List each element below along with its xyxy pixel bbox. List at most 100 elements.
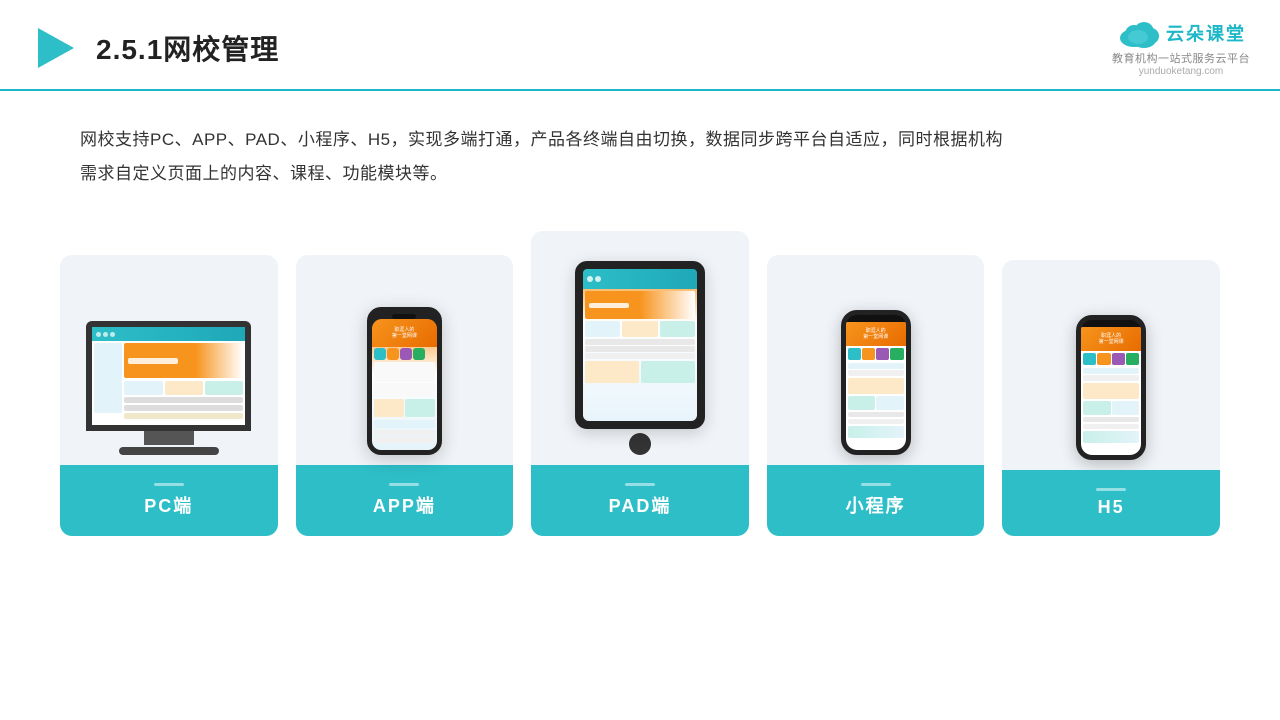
header-left: 2.5.1网校管理: [30, 24, 279, 72]
icon3: [400, 348, 412, 360]
row2: [124, 405, 243, 411]
mi4: [890, 348, 903, 360]
hr6: [1083, 431, 1139, 443]
h5-phone: 职涯人的第一堂网课: [1076, 315, 1146, 460]
logo-area: 云朵课堂 教育机构一站式服务云平台 yunduoketang.com: [1112, 18, 1250, 77]
prc2: [641, 361, 695, 383]
dot3: [110, 332, 115, 337]
hc2: [1112, 401, 1140, 415]
card-pc: PC端: [60, 255, 278, 536]
pc-banner: [124, 343, 243, 378]
h5-phone-body: 职涯人的第一堂网课: [1076, 315, 1146, 460]
pc-screen-header: [92, 327, 245, 341]
app-row: [372, 398, 437, 418]
hr5: [1083, 424, 1139, 429]
mc1: [848, 396, 876, 410]
card-pad: PAD端: [531, 231, 749, 536]
card-h5: 职涯人的第一堂网课: [1002, 260, 1220, 536]
pc-device: [86, 321, 251, 455]
h4: [1126, 353, 1139, 365]
pad-tablet: [575, 261, 705, 455]
p-dot1: [587, 276, 593, 282]
dot1: [96, 332, 101, 337]
pc-base: [119, 447, 219, 455]
mini-row: [846, 396, 906, 410]
pad-banner-text: [589, 303, 629, 308]
description-line2: 需求自定义页面上的内容、课程、功能模块等。: [80, 157, 1200, 191]
app-row3: [374, 430, 435, 436]
pad-tablet-body: [575, 261, 705, 429]
label-line: [861, 483, 891, 486]
header: 2.5.1网校管理 云朵课堂 教育机构一站式服务云平台 yunduoketang…: [0, 0, 1280, 91]
label-line: [625, 483, 655, 486]
app-banner: 职涯人的第一堂网课: [372, 319, 437, 347]
card-miniprogram: 职涯人的第一堂网课: [767, 255, 985, 536]
prc1: [585, 361, 639, 383]
pc-screen-body: [92, 341, 245, 425]
card-app-label: APP端: [296, 465, 514, 536]
h5-row: [1081, 401, 1141, 415]
app-icons-row: [372, 347, 437, 361]
logo-url: yunduoketang.com: [1139, 66, 1224, 77]
play-icon: [30, 24, 78, 72]
h5-banner: 职涯人的第一堂网课: [1081, 327, 1141, 351]
pc-monitor: [86, 321, 251, 431]
hr2: [1083, 375, 1139, 381]
label-line: [1096, 488, 1126, 491]
mi2: [862, 348, 875, 360]
mr3: [848, 378, 904, 394]
card-pad-label: PAD端: [531, 465, 749, 536]
app-phone-body: 职涯人的第一堂网课: [367, 307, 442, 455]
mini-banner: 职涯人的第一堂网课: [846, 322, 906, 346]
pr3: [585, 353, 695, 359]
app-phone-screen: 职涯人的第一堂网课: [372, 319, 437, 455]
pc2: [622, 321, 657, 337]
hc1: [1083, 401, 1111, 415]
h5-screen: 职涯人的第一堂网课: [1081, 327, 1141, 460]
icon4: [413, 348, 425, 360]
description-text: 网校支持PC、APP、PAD、小程序、H5，实现多端打通，产品各终端自由切换，数…: [0, 91, 1280, 201]
card-mini-label: 小程序: [767, 465, 985, 536]
pc1: [585, 321, 620, 337]
pad-screen: [583, 269, 697, 421]
pad-topbar: [583, 269, 697, 289]
app-row2: [374, 420, 435, 428]
pad-cards: [585, 321, 695, 337]
logo-tagline: 教育机构一站式服务云平台: [1112, 50, 1250, 66]
pc3: [660, 321, 695, 337]
mini-phone-body: 职涯人的第一堂网课: [841, 310, 911, 455]
logo-cloud: 云朵课堂: [1116, 18, 1246, 48]
mini-phone: 职涯人的第一堂网课: [841, 310, 911, 455]
app-row4: [374, 437, 435, 443]
icon2: [387, 348, 399, 360]
mr5: [848, 419, 904, 424]
app-phone: 职涯人的第一堂网课: [367, 307, 442, 455]
pr2: [585, 346, 695, 352]
app-card2: [405, 399, 435, 417]
hr4: [1083, 417, 1139, 422]
h5-icons: [1081, 351, 1141, 367]
logo-name: 云朵课堂: [1166, 20, 1246, 46]
mr2: [848, 370, 904, 376]
mc2: [876, 396, 904, 410]
mr1: [848, 363, 904, 369]
card-app: 职涯人的第一堂网课: [296, 255, 514, 536]
hr1: [1083, 368, 1139, 374]
banner-sim: [128, 358, 178, 364]
pc-cards-row: [124, 381, 243, 395]
row3: [124, 413, 243, 419]
card-app-image: 职涯人的第一堂网课: [296, 255, 514, 455]
mr4: [848, 412, 904, 417]
app-block1: [374, 362, 435, 382]
pad-banner: [585, 291, 695, 319]
pad-home-button: [629, 433, 651, 455]
cloud-icon: [1116, 18, 1160, 48]
p-dot2: [595, 276, 601, 282]
app-card1: [374, 399, 404, 417]
label-line: [154, 483, 184, 486]
row1: [124, 397, 243, 403]
icon1: [374, 348, 386, 360]
cards-section: PC端 职涯人的第一堂网课: [0, 201, 1280, 566]
sim2: [165, 381, 203, 395]
sim3: [205, 381, 243, 395]
